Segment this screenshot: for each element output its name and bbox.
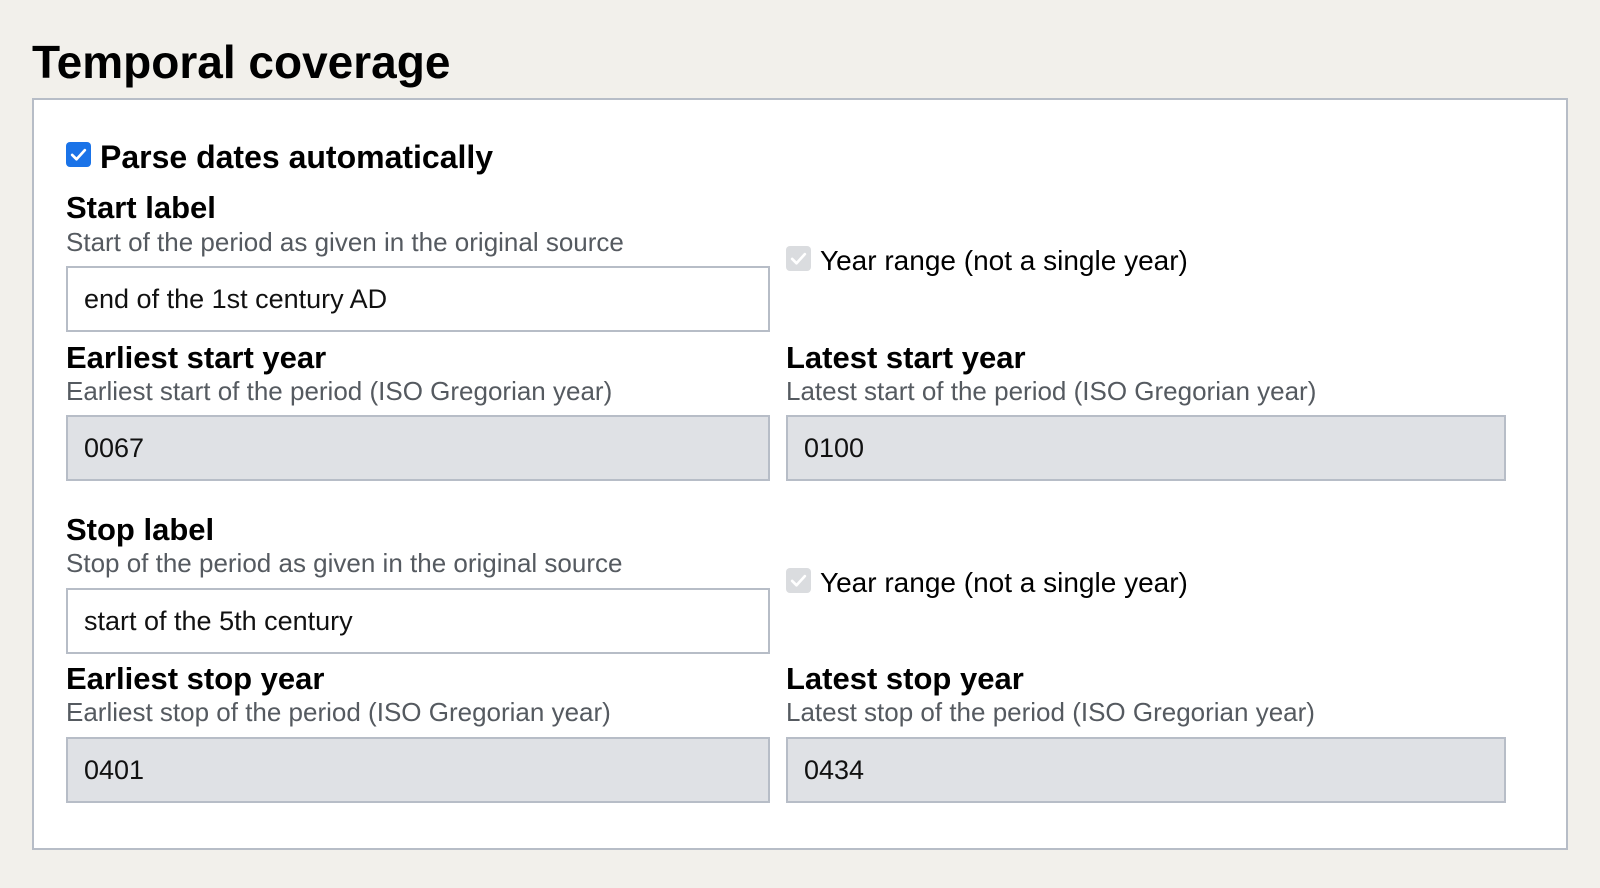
stop-label-input[interactable]: start of the 5th century xyxy=(66,588,770,654)
stop-year-range-checkbox[interactable] xyxy=(786,568,811,593)
latest-start-year-input[interactable]: 0100 xyxy=(786,415,1506,481)
latest-start-year-help: Latest start of the period (ISO Gregoria… xyxy=(786,376,1317,406)
latest-stop-year-input[interactable]: 0434 xyxy=(786,737,1506,803)
parse-dates-checkbox[interactable] xyxy=(66,142,91,167)
stop-year-range-label[interactable]: Year range (not a single year) xyxy=(820,566,1188,600)
start-label-help: Start of the period as given in the orig… xyxy=(66,227,624,257)
check-icon xyxy=(790,252,807,265)
start-year-range-label[interactable]: Year range (not a single year) xyxy=(820,244,1188,278)
earliest-stop-year-help: Earliest stop of the period (ISO Gregori… xyxy=(66,697,611,727)
latest-start-year-title: Latest start year xyxy=(786,340,1026,375)
earliest-stop-year-input[interactable]: 0401 xyxy=(66,737,770,803)
stop-label-help: Stop of the period as given in the origi… xyxy=(66,548,623,578)
latest-stop-year-title: Latest stop year xyxy=(786,661,1024,696)
start-year-range-checkbox[interactable] xyxy=(786,246,811,271)
latest-stop-year-help: Latest stop of the period (ISO Gregorian… xyxy=(786,697,1315,727)
earliest-start-year-title: Earliest start year xyxy=(66,340,327,375)
start-label-input[interactable]: end of the 1st century AD xyxy=(66,266,770,332)
earliest-start-year-help: Earliest start of the period (ISO Gregor… xyxy=(66,376,613,406)
stop-label-title: Stop label xyxy=(66,512,215,547)
check-icon xyxy=(790,574,807,587)
parse-dates-label[interactable]: Parse dates automatically xyxy=(100,138,493,176)
section-title: Temporal coverage xyxy=(32,36,451,88)
earliest-stop-year-title: Earliest stop year xyxy=(66,661,325,696)
earliest-start-year-input[interactable]: 0067 xyxy=(66,415,770,481)
check-icon xyxy=(70,148,87,161)
temporal-coverage-panel: Parse dates automatically Start label St… xyxy=(32,98,1568,850)
start-label-title: Start label xyxy=(66,190,216,225)
